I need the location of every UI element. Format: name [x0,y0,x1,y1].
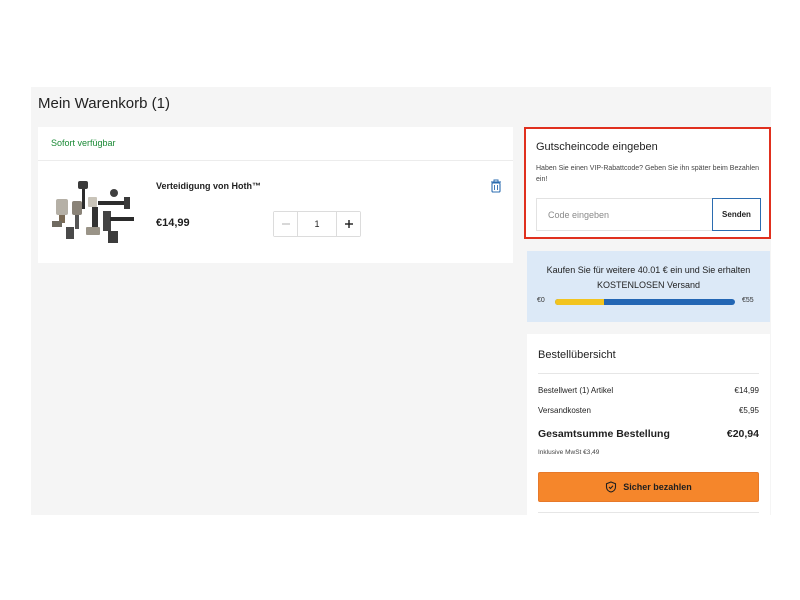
progress-max-label: €55 [742,297,754,304]
voucher-title: Gutscheincode eingeben [536,141,658,153]
voucher-submit-button[interactable]: Senden [712,198,761,231]
summary-row-total: Gesamtsumme Bestellung €20,94 [538,428,759,440]
divider [38,160,513,161]
page-title: Mein Warenkorb (1) [38,95,170,112]
free-shipping-message: Kaufen Sie für weitere 40.01 € ein und S… [546,265,751,290]
shipping-cost-value: €5,95 [738,406,759,415]
decrease-quantity-button[interactable] [274,212,298,236]
increase-quantity-button[interactable] [336,212,360,236]
summary-row-shipping: Versandkosten €5,95 [538,406,759,415]
availability-status: Sofort verfügbar [51,138,116,148]
progress-min-label: €0 [537,297,545,304]
free-shipping-banner: Kaufen Sie für weitere 40.01 € ein und S… [527,251,770,322]
product-price: €14,99 [156,217,190,229]
trash-icon[interactable] [489,179,503,193]
divider [538,373,759,374]
vat-note: Inklusive MwSt €3,49 [538,449,600,456]
voucher-panel: Gutscheincode eingeben Haben Sie einen V… [524,127,771,239]
shipping-progress-fill [555,299,604,305]
total-label: Gesamtsumme Bestellung [538,428,670,440]
secure-checkout-button[interactable]: Sicher bezahlen [538,472,759,502]
voucher-description: Haben Sie einen VIP-Rabattcode? Geben Si… [536,165,759,183]
shipping-progress-bar [555,299,735,305]
shield-check-icon [606,481,617,493]
order-summary: Bestellübersicht Bestellwert (1) Artikel… [527,334,770,515]
summary-row-subtotal: Bestellwert (1) Artikel €14,99 [538,386,759,395]
product-name[interactable]: Verteidigung von Hoth™ [156,181,261,191]
total-value: €20,94 [726,428,759,440]
cart-item-card: Sofort verfügbar Verteidigung von Hoth™ … [38,127,513,263]
divider [538,512,759,513]
subtotal-label: Bestellwert (1) Artikel [538,386,614,395]
subtotal-value: €14,99 [734,386,759,395]
secure-checkout-label: Sicher bezahlen [623,482,692,492]
plus-icon [344,220,353,228]
quantity-stepper: 1 [273,211,361,237]
product-image[interactable] [48,177,138,247]
voucher-code-input[interactable] [536,198,712,231]
minus-icon [281,223,290,225]
shipping-cost-label: Versandkosten [538,406,591,415]
summary-title: Bestellübersicht [538,349,616,361]
quantity-value[interactable]: 1 [298,212,336,236]
